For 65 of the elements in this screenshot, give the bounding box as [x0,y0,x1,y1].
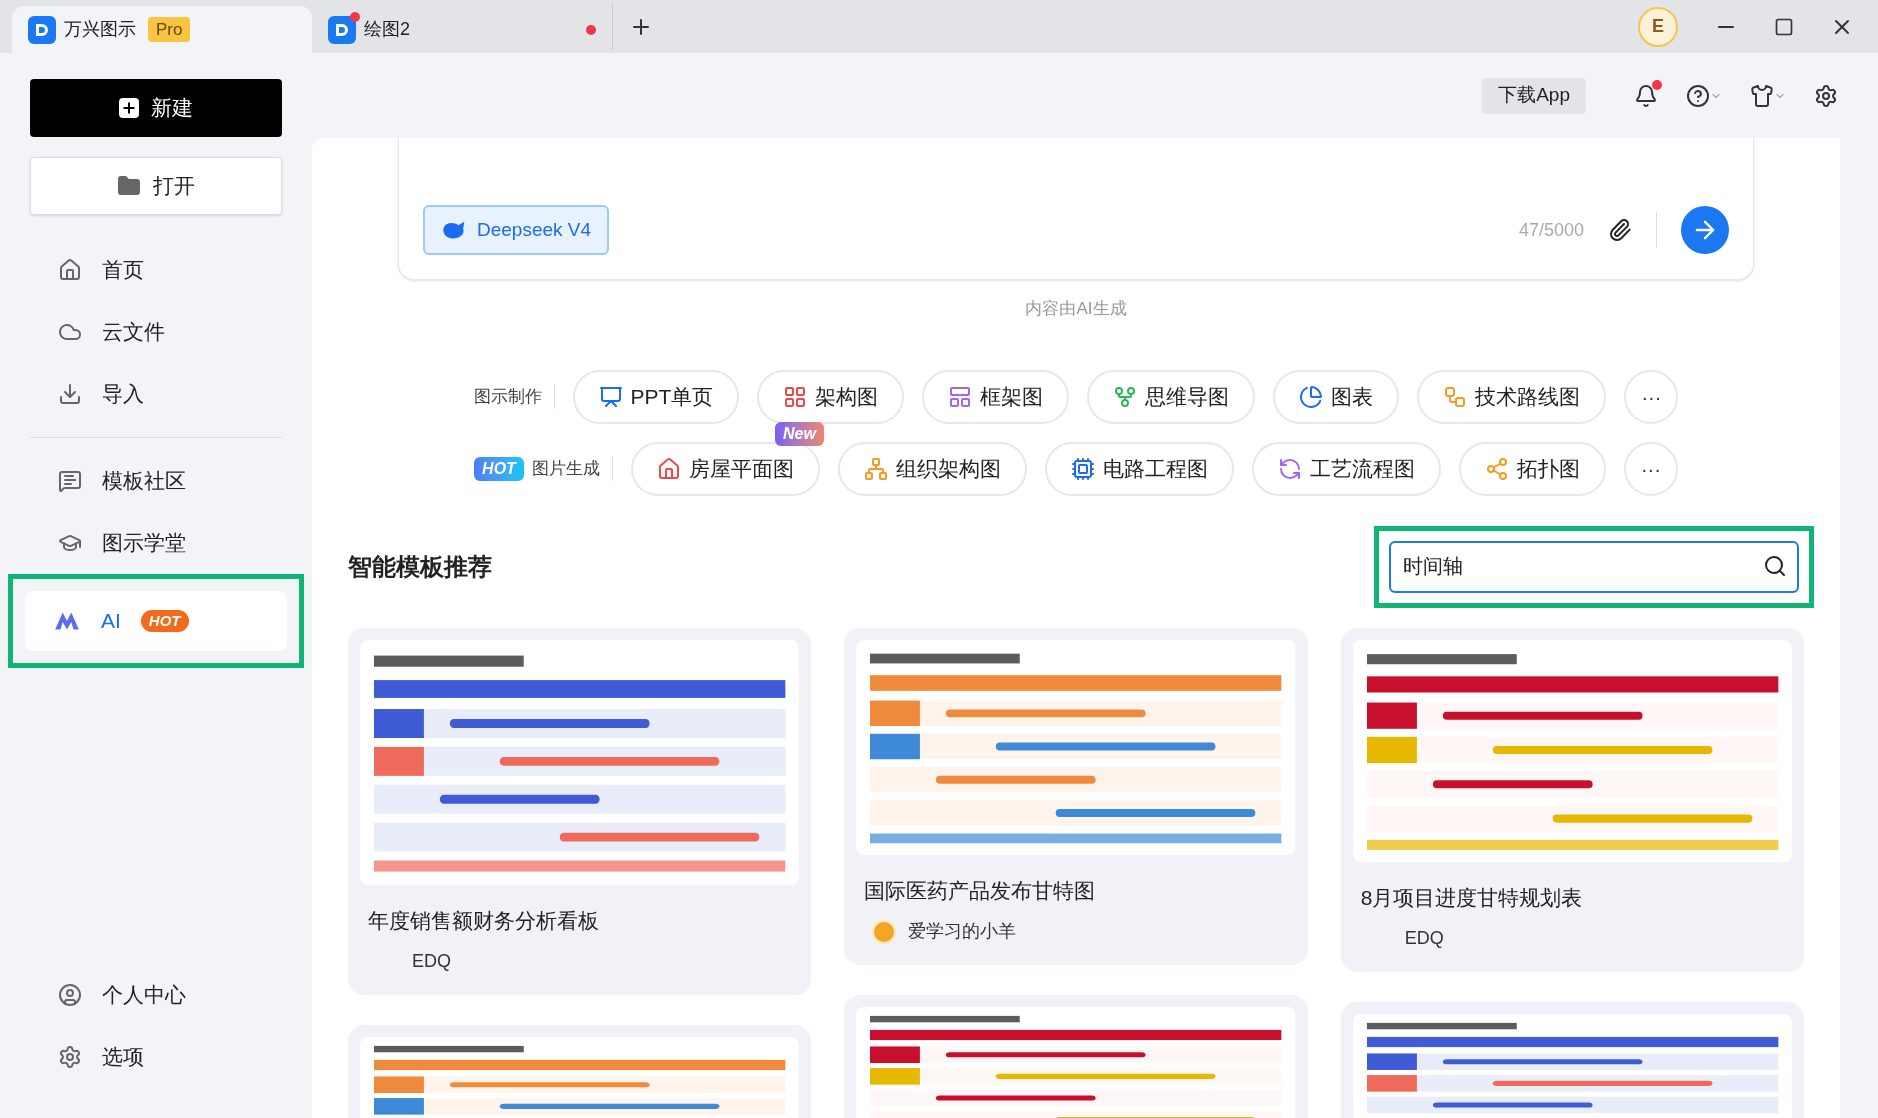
nav-item[interactable]: 个人中心 [30,964,282,1026]
send-button[interactable] [1681,206,1729,254]
author-name: EDQ [412,950,451,973]
template-card[interactable]: 8月项目进度甘特规划表 EDQ [1340,627,1804,972]
character-count: 47/5000 [1518,218,1584,242]
search-icon[interactable] [1763,553,1787,578]
nav-item[interactable]: 导入 [30,364,282,424]
app-logo-icon [28,15,56,44]
shirt-icon [1750,83,1774,108]
template-card[interactable]: 年度销售额财务分析看板 EDQ [348,627,812,995]
section-title: 智能模板推荐 [348,551,492,582]
search-field[interactable]: 时间轴 [1389,540,1799,593]
nav-item[interactable]: 首页 [30,240,282,300]
quick-chip[interactable]: 思维导图 [1087,369,1256,424]
import-icon [58,382,82,406]
user-avatar[interactable]: E [1638,6,1678,47]
tab-title: 万兴图示 [64,18,136,41]
maximize-icon[interactable] [1774,16,1794,37]
template-title: 国际医药产品发布甘特图 [863,877,1097,904]
row-label: 图示制作 [473,385,542,408]
user-icon [58,983,82,1007]
home-icon [58,258,82,282]
help-button[interactable] [1686,83,1722,108]
quick-chip[interactable]: 拓扑图 [1458,441,1606,496]
row-label: 图片生成 [531,457,600,480]
bell-icon [1634,83,1658,108]
quick-chip[interactable]: 组织架构图 [837,441,1027,496]
attachment-icon[interactable] [1608,218,1632,242]
nav-item[interactable]: 选项 [30,1026,282,1088]
download-app-button[interactable]: 下载App [1482,77,1586,114]
folder-icon [117,174,141,198]
hot-badge: HOT [140,609,189,633]
template-title: 年度销售额财务分析看板 [367,907,600,934]
new-badge: New [775,421,824,446]
tab-title: 绘图2 [364,18,410,41]
tab[interactable]: 万兴图示 Pro [12,6,312,53]
quick-chip[interactable]: 框架图 [922,369,1070,424]
quick-chip[interactable]: 技术路线图 [1417,369,1607,424]
settings-icon [58,1045,82,1069]
template-title: 8月项目进度甘特规划表 [1359,884,1584,911]
model-chip[interactable]: Deepseek V4 [423,205,610,255]
author-name: 爱学习的小羊 [908,920,1017,943]
open-button[interactable]: 打开 [30,157,282,215]
pro-badge: Pro [148,16,191,43]
nav-item[interactable]: 图示学堂 [30,513,282,573]
nav-item[interactable]: 云文件 [30,302,282,362]
help-icon [1686,83,1710,108]
hot-badge: HOT [474,456,524,481]
new-button[interactable]: 新建 [30,79,282,137]
nav-item[interactable]: AI HOT [25,591,287,651]
author-name: EDQ [1404,927,1444,950]
ai-disclaimer: 内容由AI生成 [1024,298,1128,320]
nav-item[interactable]: 模板社区 [30,451,282,511]
chat-icon [58,469,82,493]
quick-chip[interactable]: PPT单页 [572,369,740,424]
theme-button[interactable] [1750,83,1786,108]
settings-icon[interactable] [1814,83,1838,108]
quick-chip[interactable]: 工艺流程图 [1251,441,1441,496]
quick-chip[interactable]: 电路工程图 [1044,441,1234,496]
template-card[interactable]: 国际医药产品发布甘特图 爱学习的小羊 [844,627,1308,965]
more-button[interactable]: ··· [1623,441,1678,496]
plus-icon [119,98,139,118]
tab[interactable]: 绘图2 [312,6,612,53]
more-button[interactable]: ··· [1624,369,1679,424]
quick-chip[interactable]: 图表 [1273,369,1400,424]
